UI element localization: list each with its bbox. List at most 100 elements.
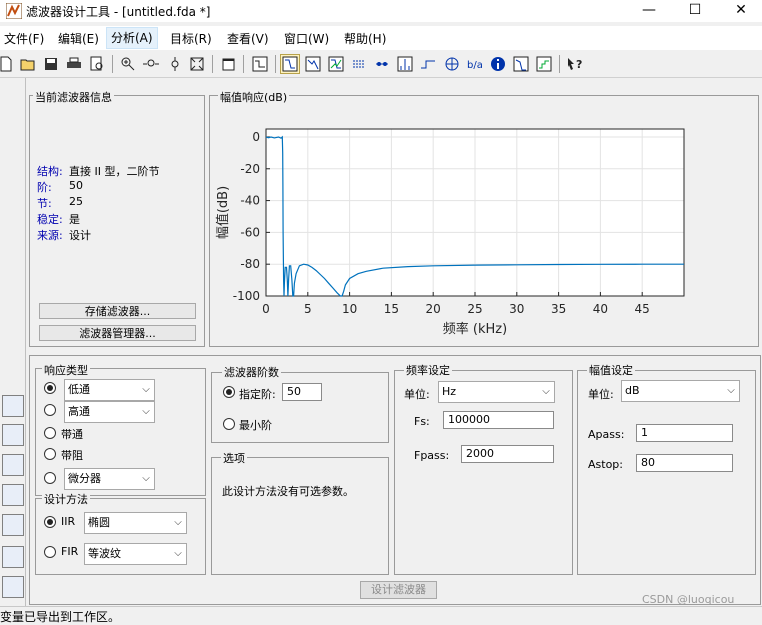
magnitude-estimate-icon[interactable] [511, 54, 531, 74]
filter-manager-button[interactable]: 滤波器管理器... [39, 325, 196, 341]
options-panel [211, 457, 389, 575]
new-window-icon[interactable] [219, 54, 239, 74]
svg-text:b/a: b/a [467, 60, 483, 71]
x-tick-label: 45 [635, 302, 650, 316]
fs-input[interactable]: 100000 [443, 411, 554, 429]
design-filter-button[interactable]: 设计滤波器 [360, 581, 437, 599]
filter-coefficients-icon[interactable]: b/a [465, 54, 485, 74]
info-key: 稳定: [37, 213, 63, 226]
menu-analysis[interactable]: 分析(A) [106, 27, 158, 49]
info-key: 来源: [37, 229, 63, 242]
lowpass-select[interactable]: 低通 ⌵ [64, 379, 155, 401]
menu-edit[interactable]: 编辑(E) [58, 30, 99, 47]
round-off-noise-icon[interactable] [534, 54, 554, 74]
menu-target[interactable]: 目标(R) [170, 30, 212, 47]
menu-view[interactable]: 查看(V) [227, 30, 269, 47]
realize-model-icon[interactable] [2, 454, 24, 476]
y-tick-label: -100 [233, 289, 260, 303]
x-tick-label: 10 [342, 302, 357, 316]
astop-input[interactable]: 80 [636, 454, 733, 472]
magnitude-phase-icon[interactable] [326, 54, 346, 74]
bandstop-label: 带阻 [61, 449, 83, 462]
freq-units-select[interactable]: Hz ⌵ [438, 381, 555, 403]
print-icon[interactable] [64, 54, 84, 74]
x-axis-label: 频率 (kHz) [443, 321, 507, 337]
current-filter-info: 结构: 直接 II 型，二阶节 阶: 50 节: 25 稳定: 是 来源: 设计 [37, 163, 202, 243]
zoom-in-icon[interactable] [118, 54, 138, 74]
filter-info-icon[interactable] [488, 54, 508, 74]
bandpass-radio[interactable] [44, 427, 56, 439]
pole-zero-icon[interactable] [442, 54, 462, 74]
bandstop-radio[interactable] [44, 448, 56, 460]
fpass-input[interactable]: 2000 [461, 445, 554, 463]
options-text: 此设计方法没有可选参数。 [222, 485, 354, 498]
minimize-button[interactable]: — [626, 0, 672, 22]
minimum-order-label: 最小阶 [239, 419, 272, 432]
x-tick-label: 40 [593, 302, 608, 316]
maximize-button[interactable]: ☐ [672, 0, 718, 22]
menu-bar: 文件(F) 编辑(E) 分析(A) 目标(R) 查看(V) 窗口(W) 帮助(H… [0, 26, 762, 50]
fir-method-select[interactable]: 等波纹 ⌵ [84, 543, 187, 565]
differentiator-select[interactable]: 微分器 ⌵ [64, 468, 155, 490]
create-multirate-icon[interactable] [2, 424, 24, 446]
import-filter-icon[interactable] [2, 514, 24, 536]
mag-units-label: 单位: [588, 388, 614, 401]
differentiator-radio[interactable] [44, 472, 56, 484]
filter-specs-icon[interactable] [250, 54, 270, 74]
close-button[interactable]: ✕ [718, 0, 762, 22]
y-tick-label: -40 [240, 194, 260, 208]
menu-file[interactable]: 文件(F) [4, 30, 44, 47]
lowpass-select-value: 低通 [68, 383, 90, 396]
info-value: 是 [69, 213, 80, 226]
fir-radio[interactable] [44, 546, 56, 558]
pole-zero-editor-icon[interactable] [2, 484, 24, 506]
app-logo-icon [6, 3, 22, 19]
toolbar: b/a ? [0, 51, 762, 78]
fir-label: FIR [61, 545, 79, 558]
iir-radio[interactable] [44, 516, 56, 528]
save-icon[interactable] [41, 54, 61, 74]
chevron-down-icon: ⌵ [174, 517, 182, 528]
chevron-down-icon: ⌵ [727, 385, 735, 396]
frequency-spec-label: 频率设定 [404, 362, 452, 378]
transform-filter-icon[interactable] [2, 395, 24, 417]
magnitude-response-chart[interactable]: 0 5 10 15 20 25 30 35 40 45 0 -20 -40 -60 -80 -100 频率 (k… [210, 100, 756, 344]
lowpass-radio[interactable] [44, 382, 56, 394]
open-icon[interactable] [18, 54, 38, 74]
info-value: 50 [69, 179, 83, 192]
info-value: 直接 II 型，二阶节 [69, 165, 160, 178]
print-preview-icon[interactable] [87, 54, 107, 74]
chevron-down-icon: ⌵ [142, 384, 150, 395]
phase-delay-icon[interactable] [372, 54, 392, 74]
store-filter-button[interactable]: 存储滤波器... [39, 303, 196, 319]
whats-this-icon[interactable]: ? [565, 54, 585, 74]
zoom-y-icon[interactable] [165, 54, 185, 74]
highpass-select[interactable]: 高通 ⌵ [64, 401, 155, 423]
step-response-icon[interactable] [418, 54, 438, 74]
iir-method-value: 椭圆 [88, 516, 110, 529]
group-delay-icon[interactable] [349, 54, 369, 74]
iir-method-select[interactable]: 椭圆 ⌵ [84, 512, 187, 534]
highpass-radio[interactable] [44, 404, 56, 416]
highpass-select-value: 高通 [68, 405, 90, 418]
watermark: CSDN @luoqicou [642, 593, 735, 606]
menu-window[interactable]: 窗口(W) [284, 30, 329, 47]
export-icon[interactable] [2, 576, 24, 598]
order-input[interactable]: 50 [282, 383, 322, 401]
full-view-icon[interactable] [187, 54, 207, 74]
toolbar-separator [212, 55, 213, 73]
mag-units-select[interactable]: dB ⌵ [621, 380, 740, 402]
menu-help[interactable]: 帮助(H) [344, 30, 386, 47]
info-key: 阶: [37, 181, 52, 194]
status-bar: 变量已导出到工作区。 CSDN @luoqicou [0, 593, 762, 625]
impulse-response-icon[interactable] [395, 54, 415, 74]
minimum-order-radio[interactable] [223, 418, 235, 430]
title-bar: 滤波器设计工具 - [untitled.fda *] — ☐ ✕ [0, 0, 762, 22]
apass-input[interactable]: 1 [636, 424, 733, 442]
specify-order-radio[interactable] [223, 386, 235, 398]
phase-response-icon[interactable] [303, 54, 323, 74]
magnitude-response-icon[interactable] [280, 54, 300, 74]
zoom-x-icon[interactable] [141, 54, 161, 74]
design-filter-icon[interactable] [2, 546, 24, 568]
new-icon[interactable] [0, 54, 16, 74]
